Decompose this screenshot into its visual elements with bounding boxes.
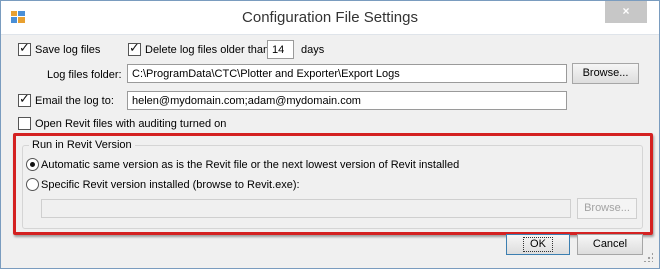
log-folder-input[interactable]: C:\ProgramData\CTC\Plotter and Exporter\…: [127, 64, 567, 83]
email-log-checkbox[interactable]: [18, 92, 31, 107]
email-log-label: Email the log to:: [35, 95, 114, 107]
open-revit-auditing-checkbox[interactable]: [18, 117, 31, 130]
email-input[interactable]: helen@mydomain.com;adam@mydomain.com: [127, 91, 567, 110]
ok-button[interactable]: OK: [506, 234, 570, 255]
window-title: Configuration File Settings: [242, 9, 418, 26]
delete-logs-label: Delete log files older than: [145, 44, 270, 56]
highlight-frame: [13, 133, 653, 235]
close-icon[interactable]: ×: [605, 1, 647, 23]
save-log-files-label: Save log files: [35, 44, 101, 56]
days-suffix-label: days: [301, 44, 325, 56]
config-dialog: Configuration File Settings × Save log f…: [0, 0, 660, 269]
delete-days-input[interactable]: 14: [267, 40, 294, 59]
title-bar: Configuration File Settings ×: [1, 1, 659, 35]
open-revit-auditing-label: Open Revit files with auditing turned on: [35, 118, 227, 130]
log-folder-browse-button[interactable]: Browse...: [572, 63, 639, 84]
delete-logs-checkbox[interactable]: [128, 41, 141, 56]
save-log-files-checkbox[interactable]: [18, 41, 31, 56]
log-folder-label: Log files folder:: [47, 69, 122, 81]
ok-button-label: OK: [523, 237, 553, 252]
cancel-button[interactable]: Cancel: [577, 234, 643, 255]
resize-grip-icon[interactable]: [643, 252, 653, 262]
